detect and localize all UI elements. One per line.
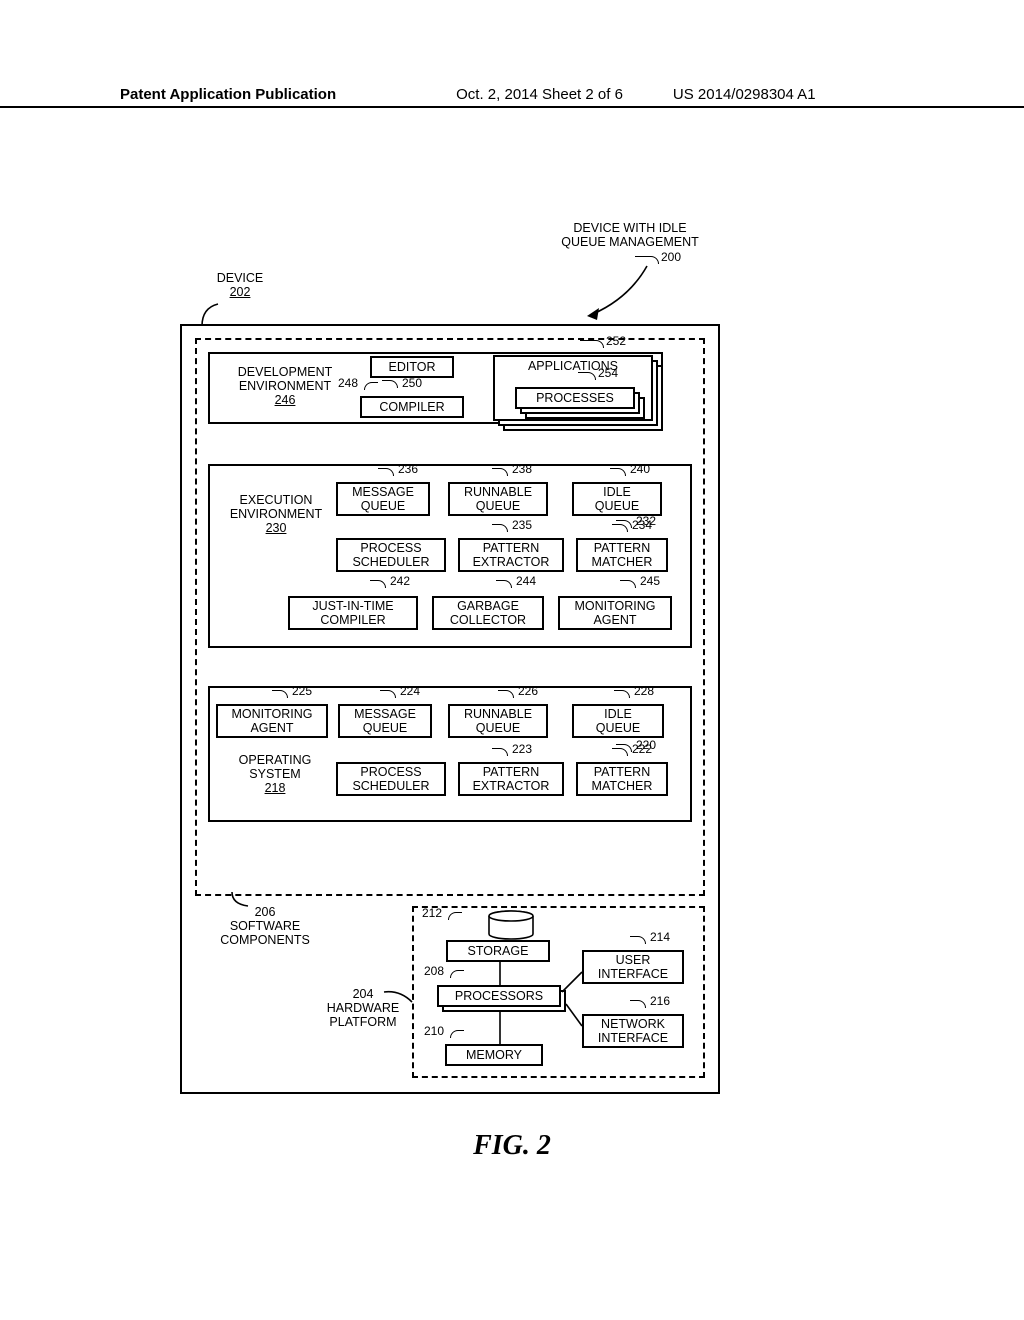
mon-225: MONITORING AGENT: [216, 704, 328, 738]
device-label: DEVICE 202: [200, 270, 280, 302]
sw-comp-label: 206 SOFTWARE COMPONENTS: [200, 904, 330, 949]
editor-box: EDITOR: [370, 356, 454, 378]
patmat-222: PATTERN MATCHER: [576, 762, 668, 796]
publication-label: Patent Application Publication: [120, 86, 336, 103]
gc-244: GARBAGE COLLECTOR: [432, 596, 544, 630]
pointer-curve: [585, 264, 657, 320]
msgq-236: MESSAGE QUEUE: [336, 482, 430, 516]
page: Patent Application Publication Oct. 2, 2…: [0, 0, 1024, 1320]
idleq-240: IDLE QUEUE: [572, 482, 662, 516]
procsched-232: PROCESS SCHEDULER: [336, 538, 446, 572]
jit-242: JUST-IN-TIME COMPILER: [288, 596, 418, 630]
hook-204: [382, 988, 416, 1004]
compiler-box: COMPILER: [360, 396, 464, 418]
patmat-234: PATTERN MATCHER: [576, 538, 668, 572]
dev-env-label: DEVELOPMENT ENVIRONMENT 246: [220, 364, 350, 409]
date-sheet-label: Oct. 2, 2014 Sheet 2 of 6: [456, 86, 623, 103]
ui-box: USER INTERFACE: [582, 950, 684, 984]
procsched-220: PROCESS SCHEDULER: [336, 762, 446, 796]
patext-235: PATTERN EXTRACTOR: [458, 538, 564, 572]
publication-number: US 2014/0298304 A1: [673, 86, 816, 103]
processes-box: PROCESSES: [515, 387, 635, 409]
figure-caption: FIG. 2: [0, 1130, 1024, 1162]
storage-box: STORAGE: [446, 940, 550, 962]
msgq-224: MESSAGE QUEUE: [338, 704, 432, 738]
hook-206: [226, 890, 256, 912]
title-label: DEVICE WITH IDLE QUEUE MANAGEMENT: [545, 220, 715, 252]
patext-223: PATTERN EXTRACTOR: [458, 762, 564, 796]
exec-env-label: EXECUTION ENVIRONMENT 230: [216, 492, 336, 537]
idleq-228: IDLE QUEUE: [572, 704, 664, 738]
storage-icon: [486, 910, 536, 942]
os-label: OPERATING SYSTEM 218: [220, 752, 330, 797]
mon-245: MONITORING AGENT: [558, 596, 672, 630]
page-header: Patent Application Publication Oct. 2, 2…: [0, 86, 1024, 108]
runq-238: RUNNABLE QUEUE: [448, 482, 548, 516]
hw-lines: [490, 960, 590, 1060]
title-text: DEVICE WITH IDLE QUEUE MANAGEMENT: [561, 221, 699, 249]
diagram-area: DEVICE WITH IDLE QUEUE MANAGEMENT 200 DE…: [180, 220, 720, 1120]
net-box: NETWORK INTERFACE: [582, 1014, 684, 1048]
runq-226: RUNNABLE QUEUE: [448, 704, 548, 738]
